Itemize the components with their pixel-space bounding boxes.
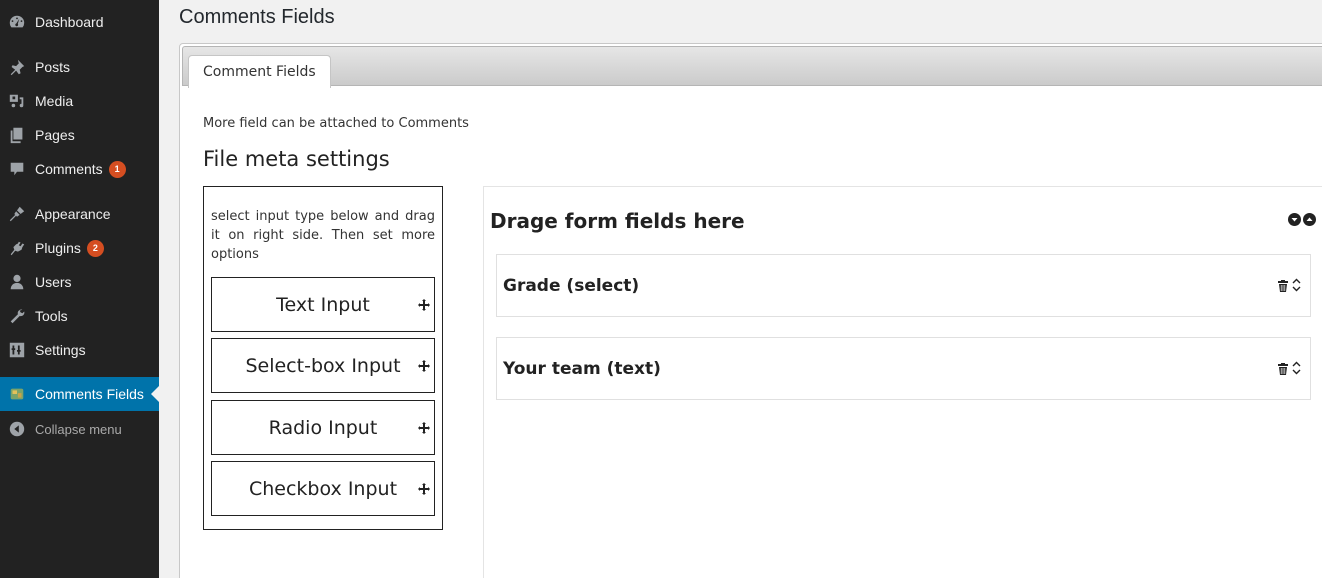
- sidebar-item-comments[interactable]: Comments 1: [0, 152, 159, 186]
- sidebar-item-appearance[interactable]: Appearance: [0, 197, 159, 231]
- sidebar-item-media[interactable]: Media: [0, 84, 159, 118]
- palette-description: select input type below and drag it on r…: [211, 209, 435, 262]
- sidebar-item-label: Appearance: [35, 206, 111, 222]
- sidebar-item-pages[interactable]: Pages: [0, 118, 159, 152]
- field-card-your-team[interactable]: Your team (text): [496, 337, 1311, 400]
- paintbrush-icon: [7, 204, 27, 224]
- settings-icon: [7, 340, 27, 360]
- pages-icon: [7, 125, 27, 145]
- palette-item-label: Radio Input: [268, 416, 378, 439]
- form-fields-dropzone[interactable]: Drage form fields here Grade (select) Yo…: [483, 186, 1322, 578]
- sidebar-item-dashboard[interactable]: Dashboard: [0, 5, 159, 39]
- pin-icon: [7, 57, 27, 77]
- sidebar-item-label: Tools: [35, 308, 68, 324]
- sidebar-item-plugins[interactable]: Plugins 2: [0, 231, 159, 265]
- field-label: Your team (text): [503, 359, 661, 379]
- plugin-logo-icon: [7, 384, 27, 404]
- collapse-menu-button[interactable]: Collapse menu: [0, 412, 159, 446]
- admin-sidebar: Dashboard Posts Media Pages Comments 1 A…: [0, 0, 159, 578]
- arrow-down-circle-icon: [1291, 218, 1298, 222]
- sidebar-item-label: Pages: [35, 127, 75, 143]
- palette-item-label: Checkbox Input: [248, 477, 398, 500]
- sidebar-item-posts[interactable]: Posts: [0, 50, 159, 84]
- plugins-count-badge: 2: [86, 239, 104, 257]
- page-title: Comments Fields: [179, 6, 335, 28]
- palette-item-select-box-input[interactable]: Select-box Input: [211, 338, 435, 393]
- arrow-up-circle-icon: [1306, 217, 1313, 221]
- sort-arrows-icon[interactable]: [1292, 361, 1301, 375]
- section-heading: File meta settings: [203, 147, 390, 171]
- wrench-icon: [7, 306, 27, 326]
- media-icon: [7, 91, 27, 111]
- sidebar-item-label: Posts: [35, 59, 71, 75]
- trash-icon[interactable]: [1278, 363, 1288, 375]
- expand-all-button[interactable]: [1303, 213, 1316, 226]
- sort-arrows-icon[interactable]: [1292, 278, 1301, 292]
- collapse-arrow-icon: [7, 419, 27, 439]
- move-icon: [418, 482, 430, 495]
- plugin-icon: [7, 238, 27, 258]
- sidebar-item-label: Users: [35, 274, 72, 290]
- move-icon: [418, 359, 430, 372]
- input-type-palette: select input type below and drag it on r…: [203, 186, 443, 530]
- sidebar-item-label: Comments: [35, 161, 103, 177]
- palette-item-label: Text Input: [276, 293, 370, 316]
- dashboard-icon: [7, 12, 27, 32]
- sidebar-item-label: Dashboard: [35, 14, 104, 30]
- field-card-grade[interactable]: Grade (select): [496, 254, 1311, 317]
- palette-item-text-input[interactable]: Text Input: [211, 277, 435, 332]
- sidebar-item-tools[interactable]: Tools: [0, 299, 159, 333]
- comment-icon: [7, 159, 27, 179]
- user-icon: [7, 272, 27, 292]
- sidebar-item-label: Plugins: [35, 240, 81, 256]
- sidebar-item-comments-fields[interactable]: Comments Fields: [0, 377, 159, 411]
- palette-item-label: Select-box Input: [245, 354, 401, 377]
- move-icon: [418, 421, 430, 434]
- dropzone-title: Drage form fields here: [490, 209, 745, 233]
- move-icon: [418, 298, 430, 311]
- sidebar-item-settings[interactable]: Settings: [0, 333, 159, 367]
- field-label: Grade (select): [503, 276, 640, 296]
- collapse-all-button[interactable]: [1288, 213, 1301, 226]
- trash-icon[interactable]: [1278, 280, 1288, 292]
- tab-comment-fields[interactable]: Comment Fields: [188, 55, 331, 88]
- sidebar-item-label: Comments Fields: [35, 386, 144, 402]
- collapse-menu-label: Collapse menu: [35, 421, 122, 437]
- palette-item-radio-input[interactable]: Radio Input: [211, 400, 435, 455]
- sidebar-item-users[interactable]: Users: [0, 265, 159, 299]
- palette-item-checkbox-input[interactable]: Checkbox Input: [211, 461, 435, 516]
- tab-bar: Comment Fields: [182, 46, 1322, 88]
- intro-text: More field can be attached to Comments: [203, 116, 469, 131]
- sidebar-item-label: Media: [35, 93, 74, 109]
- comments-count-badge: 1: [108, 160, 126, 178]
- sidebar-item-label: Settings: [35, 342, 86, 358]
